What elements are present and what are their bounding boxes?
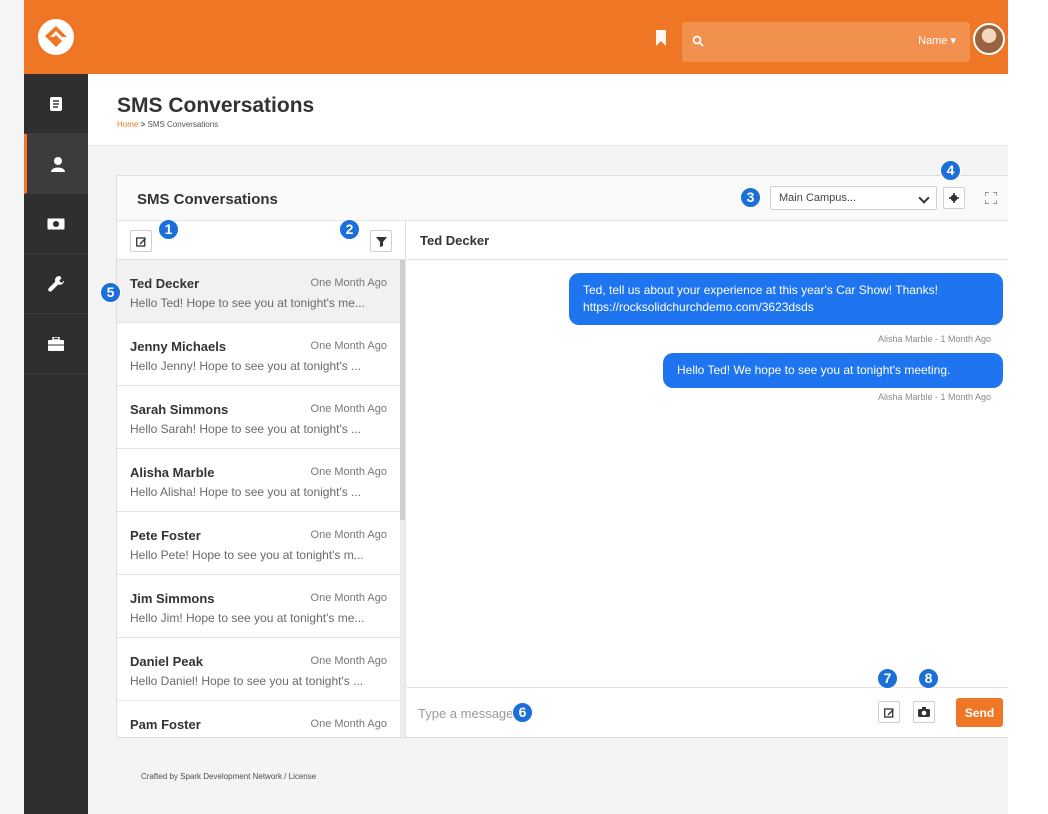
message-snippet: Hello Daniel! Hope to see you at tonight… xyxy=(130,674,364,688)
search-filter-dropdown[interactable]: Name ▾ xyxy=(918,34,956,47)
sidebar xyxy=(24,74,88,814)
attach-image-button[interactable] xyxy=(913,701,935,723)
list-item[interactable]: Ted Decker One Month Ago Hello Ted! Hope… xyxy=(117,260,401,323)
camera-icon xyxy=(918,707,930,717)
campus-select-value: Main Campus... xyxy=(779,192,857,204)
send-button[interactable]: Send xyxy=(956,698,1003,727)
list-item[interactable]: Sarah Simmons One Month Ago Hello Sarah!… xyxy=(117,386,401,449)
compose-icon xyxy=(883,707,894,718)
briefcase-icon xyxy=(48,336,64,351)
page-title: SMS Conversations xyxy=(117,94,315,117)
sms-panel: SMS Conversations Main Campus... Ted Dec… xyxy=(116,175,1014,738)
message-time: One Month Ago xyxy=(310,466,387,478)
conversation-list: Ted Decker One Month Ago Hello Ted! Hope… xyxy=(117,260,405,737)
message-snippet: Hello Alisha! Hope to see you at tonight… xyxy=(130,485,362,499)
right-edge xyxy=(1008,0,1048,814)
filter-button[interactable] xyxy=(370,230,392,252)
money-icon xyxy=(47,218,65,229)
chat-message-area: Ted, tell us about your experience at th… xyxy=(407,260,1013,688)
breadcrumb: Home > SMS Conversations xyxy=(117,120,218,129)
conversation-scroll-thumb[interactable] xyxy=(400,260,405,520)
list-item[interactable]: Jim Simmons One Month Ago Hello Jim! Hop… xyxy=(117,575,401,638)
sidebar-item-finance[interactable] xyxy=(24,194,88,254)
callout-marker: 8 xyxy=(918,668,939,689)
list-item[interactable]: Pete Foster One Month Ago Hello Pete! Ho… xyxy=(117,512,401,575)
message-snippet: Hello Sarah! Hope to see you at tonight'… xyxy=(130,422,362,436)
message-meta: Alisha Marble - 1 Month Ago xyxy=(877,392,991,402)
fullscreen-icon[interactable] xyxy=(985,192,997,204)
rock-logo-icon xyxy=(38,19,74,55)
list-item[interactable]: Daniel Peak One Month Ago Hello Daniel! … xyxy=(117,638,401,701)
chat-compose-bar: Send xyxy=(407,687,1013,737)
page-header: SMS Conversations Home > SMS Conversatio… xyxy=(88,74,1040,146)
message-input[interactable] xyxy=(418,703,718,723)
message-link[interactable]: https://rocksolidchurchdemo.com/3623dsds xyxy=(583,299,989,316)
wrench-icon xyxy=(48,275,64,292)
message-time: One Month Ago xyxy=(310,277,387,289)
breadcrumb-home-link[interactable]: Home xyxy=(117,120,138,129)
chevron-down-icon xyxy=(918,192,930,204)
sidebar-item-tools[interactable] xyxy=(24,254,88,314)
gear-icon xyxy=(949,193,959,203)
sidebar-item-admin[interactable] xyxy=(24,314,88,374)
message-snippet: Hello Ted! Hope to see you at tonight's … xyxy=(130,296,365,310)
message-time: One Month Ago xyxy=(310,592,387,604)
message-bubble: Hello Ted! We hope to see you at tonight… xyxy=(663,353,1003,388)
app-frame: Name ▾ ⌄ xyxy=(24,0,1040,814)
breadcrumb-separator: > xyxy=(140,120,146,129)
callout-marker: 5 xyxy=(100,282,121,303)
message-bubble: Ted, tell us about your experience at th… xyxy=(569,273,1003,325)
chat-pane: Ted Decker Ted, tell us about your exper… xyxy=(407,221,1013,737)
avatar[interactable] xyxy=(973,23,1005,55)
page-footer: Crafted by Spark Development Network / L… xyxy=(141,772,317,781)
user-icon xyxy=(50,156,65,172)
book-icon xyxy=(50,96,62,111)
filter-icon xyxy=(375,236,387,247)
message-text-line: Ted, tell us about your experience at th… xyxy=(583,283,938,297)
settings-button[interactable] xyxy=(943,187,965,209)
callout-marker: 2 xyxy=(339,219,360,240)
message-time: One Month Ago xyxy=(310,655,387,667)
top-navbar: Name ▾ ⌄ xyxy=(24,0,1040,74)
search-bar: Name ▾ xyxy=(682,22,970,62)
compose-icon xyxy=(135,236,146,247)
insert-template-button[interactable] xyxy=(878,701,900,723)
conversation-pane: Ted Decker One Month Ago Hello Ted! Hope… xyxy=(117,221,406,737)
sidebar-item-people[interactable] xyxy=(24,134,88,194)
message-text-line: Hello Ted! We hope to see you at tonight… xyxy=(677,363,951,377)
callout-marker: 1 xyxy=(158,219,179,240)
callout-marker: 7 xyxy=(877,668,898,689)
chat-recipient-name: Ted Decker xyxy=(407,221,1013,260)
list-item[interactable]: Jenny Michaels One Month Ago Hello Jenny… xyxy=(117,323,401,386)
message-snippet: Hello Jim! Hope to see you at tonight's … xyxy=(130,611,365,625)
search-icon xyxy=(692,35,704,47)
message-time: One Month Ago xyxy=(310,718,387,730)
panel-header: SMS Conversations Main Campus... xyxy=(117,176,1013,221)
breadcrumb-current: SMS Conversations xyxy=(147,120,219,129)
message-snippet: Hello Jenny! Hope to see you at tonight'… xyxy=(130,359,362,373)
callout-marker: 3 xyxy=(740,187,761,208)
message-meta: Alisha Marble - 1 Month Ago xyxy=(877,334,991,344)
message-time: One Month Ago xyxy=(310,340,387,352)
new-message-button[interactable] xyxy=(130,230,152,252)
sidebar-item-content[interactable] xyxy=(24,74,88,134)
logo-link[interactable] xyxy=(24,0,88,74)
search-input[interactable] xyxy=(712,30,872,54)
message-time: One Month Ago xyxy=(310,529,387,541)
message-time: One Month Ago xyxy=(310,403,387,415)
list-item[interactable]: Alisha Marble One Month Ago Hello Alisha… xyxy=(117,449,401,512)
callout-marker: 6 xyxy=(512,702,533,723)
bookmark-icon[interactable] xyxy=(655,30,667,46)
campus-select[interactable]: Main Campus... xyxy=(770,186,937,210)
panel-title: SMS Conversations xyxy=(137,191,278,208)
callout-marker: 4 xyxy=(940,160,961,181)
message-snippet: Hello Pete! Hope to see you at tonight's… xyxy=(130,548,364,562)
list-item[interactable]: Pam Foster One Month Ago xyxy=(117,701,401,737)
